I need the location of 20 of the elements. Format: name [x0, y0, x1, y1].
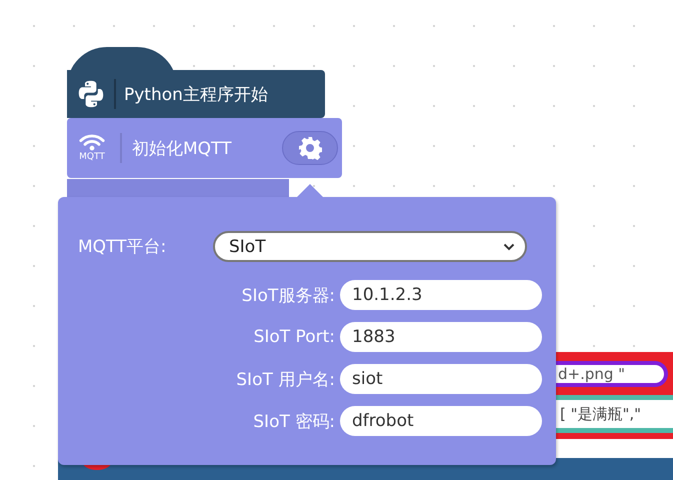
- python-icon: [76, 79, 106, 109]
- field-label: SIoT Port:: [252, 327, 335, 347]
- wifi-icon: [78, 134, 106, 150]
- settings-icon: [298, 136, 322, 160]
- chevron-icon: [503, 242, 515, 250]
- icon-label: MQTT: [79, 150, 105, 162]
- input-field[interactable]: dfrobot: [340, 406, 542, 436]
- block-label: 初始化MQTT: [132, 138, 232, 160]
- list-text: [ "是满瓶",": [556, 400, 673, 428]
- input-field[interactable]: 10.1.2.3: [340, 280, 542, 310]
- block-label: Python主程序开始: [124, 84, 268, 106]
- field-label: MQTT平台:: [78, 236, 168, 258]
- input-field[interactable]: 1883: [340, 322, 542, 352]
- field-label: SIoT服务器:: [240, 284, 335, 306]
- platform-dropdown[interactable]: SIoT: [213, 231, 527, 262]
- field-label: SIoT 用户名:: [235, 368, 335, 390]
- field-label: SIoT 密码:: [252, 410, 335, 432]
- input-field[interactable]: siot: [340, 364, 542, 394]
- main-program-block[interactable]: Python主程序开始: [67, 70, 325, 118]
- settings-button[interactable]: [282, 131, 338, 165]
